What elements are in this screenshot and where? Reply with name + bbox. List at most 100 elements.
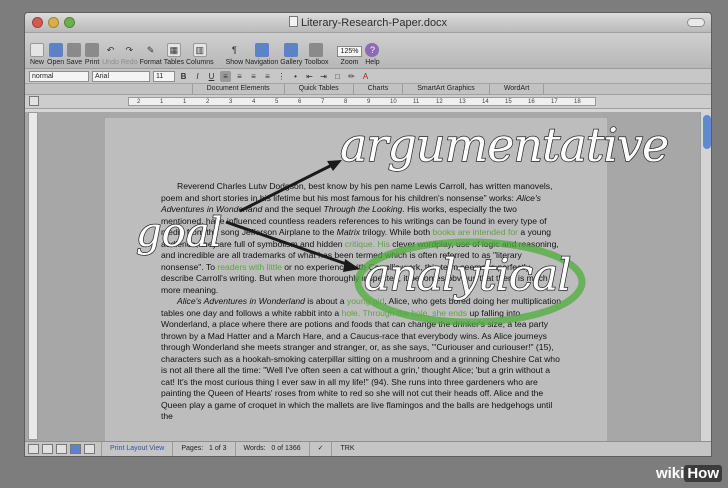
print-label: Print [84, 59, 100, 66]
minimize-window-button[interactable] [48, 17, 59, 28]
navigation-button[interactable]: Navigation [245, 43, 278, 66]
outline-view-button[interactable] [42, 444, 53, 454]
text-run: and the sequel [262, 204, 324, 214]
increase-indent-button[interactable]: ⇥ [318, 71, 329, 82]
columns-label: Columns [186, 59, 214, 66]
wikihow-watermark: wiki How [656, 465, 722, 482]
sidebar-icon [254, 43, 269, 57]
tables-button[interactable]: ▦ Tables [164, 43, 184, 66]
zoom-window-button[interactable] [64, 17, 75, 28]
tab-document-elements[interactable]: Document Elements [191, 84, 284, 94]
spelling-status[interactable]: ✓ [308, 441, 332, 456]
highlight-button[interactable]: ✏ [346, 71, 357, 82]
table-icon: ▦ [166, 43, 181, 57]
bulleted-list-button[interactable]: • [290, 71, 301, 82]
format-label: Format [139, 59, 162, 66]
print-layout-view-button[interactable] [70, 444, 81, 454]
font-select[interactable]: Arial [92, 70, 150, 82]
justify-button[interactable]: ≡ [262, 71, 273, 82]
ruler-mark: 2 [206, 99, 210, 105]
tab-smartart-graphics[interactable]: SmartArt Graphics [402, 84, 489, 94]
track-changes-indicator[interactable]: TRK [331, 441, 362, 456]
pilcrow-icon: ¶ [231, 45, 237, 55]
numbered-list-button[interactable]: ⋮ [276, 71, 287, 82]
ruler-mark: 4 [252, 99, 256, 105]
vertical-scrollbar[interactable] [700, 112, 711, 443]
gallery-button[interactable]: Gallery [280, 43, 302, 66]
align-right-button[interactable]: ≡ [248, 71, 259, 82]
show-button[interactable]: ¶ Show [226, 43, 244, 66]
vertical-ruler[interactable] [28, 112, 38, 440]
italic-button[interactable]: I [192, 71, 203, 82]
formatting-toolbar: normal Arial 11 B I U ≡ ≡ ≡ ≡ ⋮ • ⇤ ⇥ □ … [25, 69, 711, 84]
gallery-icon [284, 43, 299, 57]
tab-stop-selector[interactable] [29, 96, 39, 106]
highlighted-text: critique. His [344, 238, 390, 249]
highlighted-text: books are intended for [432, 227, 519, 237]
align-left-button[interactable]: ≡ [220, 70, 231, 82]
redo-button[interactable]: ↷ Redo [120, 43, 138, 67]
toolbox-icon [309, 43, 324, 57]
save-button[interactable]: Save [66, 43, 82, 66]
decrease-indent-button[interactable]: ⇤ [304, 71, 315, 82]
zoom-control[interactable]: 125% Zoom [336, 46, 363, 66]
ruler-mark: 14 [482, 99, 489, 105]
title-bar[interactable]: Literary-Research-Paper.docx [25, 13, 711, 33]
text-run: are all trademarks of [214, 250, 296, 260]
annotation-word-argumentative: argumentative [339, 117, 670, 173]
align-center-button[interactable]: ≡ [234, 71, 245, 82]
close-window-button[interactable] [32, 17, 43, 28]
toolbar-toggle-button[interactable] [687, 18, 705, 27]
redo-label: Redo [120, 59, 138, 66]
watermark-how: How [684, 465, 722, 482]
italic-title: Matrix [336, 227, 361, 237]
tab-charts[interactable]: Charts [352, 84, 403, 94]
navigation-label: Navigation [245, 59, 279, 66]
ruler-mark: 16 [528, 99, 535, 105]
gallery-label: Gallery [280, 59, 303, 66]
window-title: Literary-Research-Paper.docx [25, 16, 711, 29]
ruler-mark: 9 [367, 99, 371, 105]
bold-button[interactable]: B [178, 71, 189, 82]
borders-button[interactable]: □ [332, 71, 343, 82]
ruler-mark: 18 [574, 99, 581, 105]
annotation-word-goal: goal [135, 209, 223, 257]
tab-wordart[interactable]: WordArt [488, 84, 545, 94]
undo-button[interactable]: ↶ Undo [102, 43, 119, 67]
columns-icon: ▥ [192, 43, 207, 57]
help-label: Help [365, 59, 380, 66]
notebook-view-button[interactable] [84, 444, 95, 454]
format-button[interactable]: ✎ Format [139, 43, 162, 67]
tab-quick-tables[interactable]: Quick Tables [283, 84, 353, 94]
text-run: nonsense" works: [446, 192, 517, 203]
tables-label: Tables [163, 59, 184, 66]
font-color-button[interactable]: A [360, 71, 371, 82]
underline-button[interactable]: U [206, 71, 217, 82]
annotation-word-analytical: analytical [363, 249, 572, 302]
help-button[interactable]: ? Help [364, 43, 380, 66]
font-size-select[interactable]: 11 [153, 70, 175, 82]
style-select[interactable]: normal [29, 70, 89, 82]
paintbrush-icon: ✎ [146, 44, 155, 55]
open-label: Open [47, 59, 65, 66]
document-icon [288, 16, 298, 27]
draft-view-button[interactable] [28, 444, 39, 454]
new-button[interactable]: New [29, 43, 45, 66]
window-title-text: Literary-Research-Paper.docx [300, 17, 448, 29]
publishing-view-button[interactable] [56, 444, 67, 454]
toolbox-button[interactable]: Toolbox [304, 43, 329, 66]
print-button[interactable]: Print [84, 43, 100, 66]
open-button[interactable]: Open [47, 43, 64, 66]
zoom-select[interactable]: 125% [336, 46, 363, 57]
ruler-mark: 1 [183, 99, 187, 105]
words-count: Words: 0 of 1366 [234, 441, 309, 456]
horizontal-ruler[interactable]: 2 1 1 2 3 4 5 6 7 8 9 10 11 12 13 14 15 16 17 18 [128, 97, 596, 106]
ruler-mark: 1 [160, 99, 164, 105]
undo-label: Undo [102, 59, 119, 66]
columns-button[interactable]: ▥ Columns [186, 43, 214, 66]
word-window: Literary-Research-Paper.docx New Open Sa… [24, 12, 712, 457]
ruler-mark: 12 [436, 99, 443, 105]
scroll-thumb[interactable] [703, 115, 711, 149]
text-run: Reverend Charles Lutw [177, 181, 267, 191]
paragraph-2: Alice's Adventures in Wonderland is abou… [161, 296, 561, 423]
